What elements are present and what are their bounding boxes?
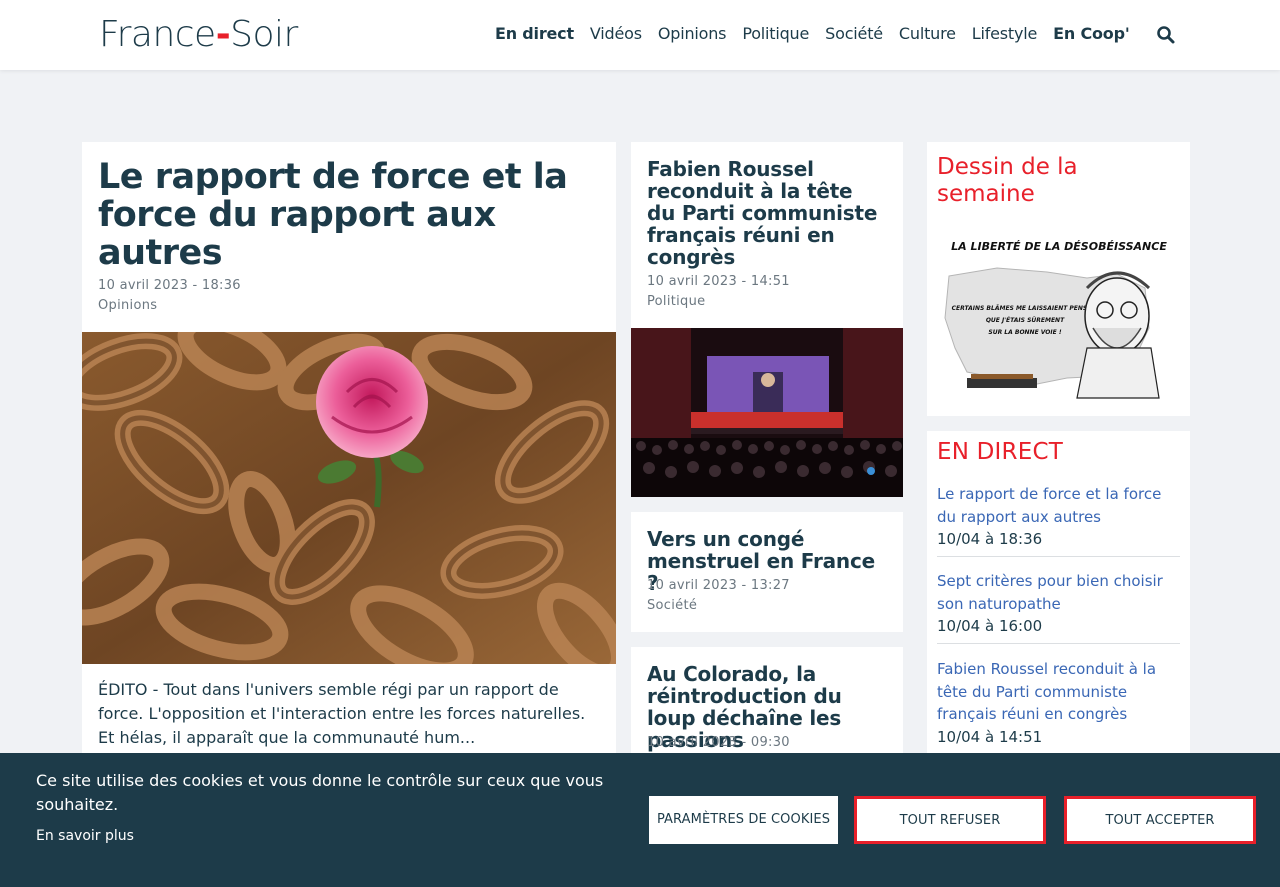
live-feed-time: 10/04 à 16:00 [937,617,1043,635]
live-feed-link[interactable]: Sept critères pour bien choisir son natu… [937,570,1180,615]
nav-item-videos[interactable]: Vidéos [582,24,650,43]
site-logo[interactable]: France-Soir [99,14,298,55]
nav-item-en-direct[interactable]: En direct [487,24,582,43]
logo-text-soir: Soir [230,14,298,55]
cartoon-image[interactable]: LA LIBERTÉ DE LA DÉSOBÉISSANCE CERTAINS … [937,228,1180,406]
article-date: 10 avril 2023 - 14:51 [647,274,790,289]
live-feed-link[interactable]: Fabien Roussel reconduit à la tête du Pa… [937,658,1180,726]
article-date: 10 avril 2023 - 09:30 [647,735,790,750]
article-title[interactable]: Fabien Roussel reconduit à la tête du Pa… [647,158,887,268]
live-feed-item[interactable]: Sept critères pour bien choisir son natu… [937,570,1180,644]
nav-item-en-coop[interactable]: En Coop' [1045,24,1137,43]
article-date: 10 avril 2023 - 13:27 [647,578,790,593]
search-icon [1157,26,1175,44]
nav-item-politique[interactable]: Politique [734,24,817,43]
live-feed-time: 10/04 à 14:51 [937,727,1043,746]
nav-item-culture[interactable]: Culture [891,24,964,43]
article-category[interactable]: Politique [647,294,705,309]
cartoon-title: LA LIBERTÉ DE LA DÉSOBÉISSANCE [951,240,1167,253]
cookie-settings-button[interactable]: PARAMÈTRES DE COOKIES [649,796,838,844]
main-article-category[interactable]: Opinions [98,298,157,313]
nav-item-opinions[interactable]: Opinions [650,24,734,43]
cartoon-card: Dessin de la semaine LA LIBERTÉ DE LA DÉ… [927,142,1190,416]
live-feed-card: EN DIRECT Le rapport de force et la forc… [927,431,1190,791]
nav-item-lifestyle[interactable]: Lifestyle [964,24,1045,43]
live-feed-item[interactable]: Le rapport de force et la force du rappo… [937,483,1180,557]
main-article-image[interactable] [82,332,616,664]
main-article-date: 10 avril 2023 - 18:36 [98,278,241,293]
cartoon-heading: Dessin de la semaine [937,154,1078,207]
article-image[interactable] [631,328,903,497]
live-feed-link[interactable]: Le rapport de force et la force du rappo… [937,483,1180,528]
live-feed-heading: EN DIRECT [937,439,1063,465]
article-card[interactable]: Vers un congé menstruel en France ? 10 a… [631,512,903,632]
main-article-excerpt: ÉDITO - Tout dans l'univers semble régi … [98,680,586,747]
cartoon-bubble-line-1: CERTAINS BLÂMES ME LAISSAIENT PENSER, [952,305,1099,312]
article-category[interactable]: Société [647,598,697,613]
cookie-accept-all-button[interactable]: TOUT ACCEPTER [1064,796,1256,844]
cookie-consent-bar: Ce site utilise des cookies et vous donn… [0,753,1280,887]
cartoon-bubble-line-2: QUE J'ÉTAIS SÛREMENT [986,316,1065,324]
nav-item-societe[interactable]: Société [817,24,891,43]
search-button[interactable] [1155,24,1177,46]
cartoon-illustration: LA LIBERTÉ DE LA DÉSOBÉISSANCE CERTAINS … [937,228,1180,406]
cookie-learn-more-link[interactable]: En savoir plus [36,828,134,844]
site-header: France-Soir En direct Vidéos Opinions Po… [0,0,1280,70]
main-article-card[interactable]: Le rapport de force et la force du rappo… [82,142,616,762]
rose-chains-illustration [82,332,616,664]
live-feed-item[interactable]: Fabien Roussel reconduit à la tête du Pa… [937,658,1180,755]
cookie-message: Ce site utilise des cookies et vous donn… [36,771,604,814]
cartoon-bubble-line-3: SUR LA BONNE VOIE ! [988,329,1061,336]
congress-stage-illustration [631,328,903,497]
main-nav: En direct Vidéos Opinions Politique Soci… [487,24,1138,43]
article-card[interactable]: Fabien Roussel reconduit à la tête du Pa… [631,142,903,497]
logo-dash: - [215,14,231,55]
main-article-title[interactable]: Le rapport de force et la force du rappo… [98,158,598,272]
logo-text-france: France [99,14,216,55]
live-feed-time: 10/04 à 18:36 [937,530,1043,548]
cookie-refuse-all-button[interactable]: TOUT REFUSER [854,796,1046,844]
